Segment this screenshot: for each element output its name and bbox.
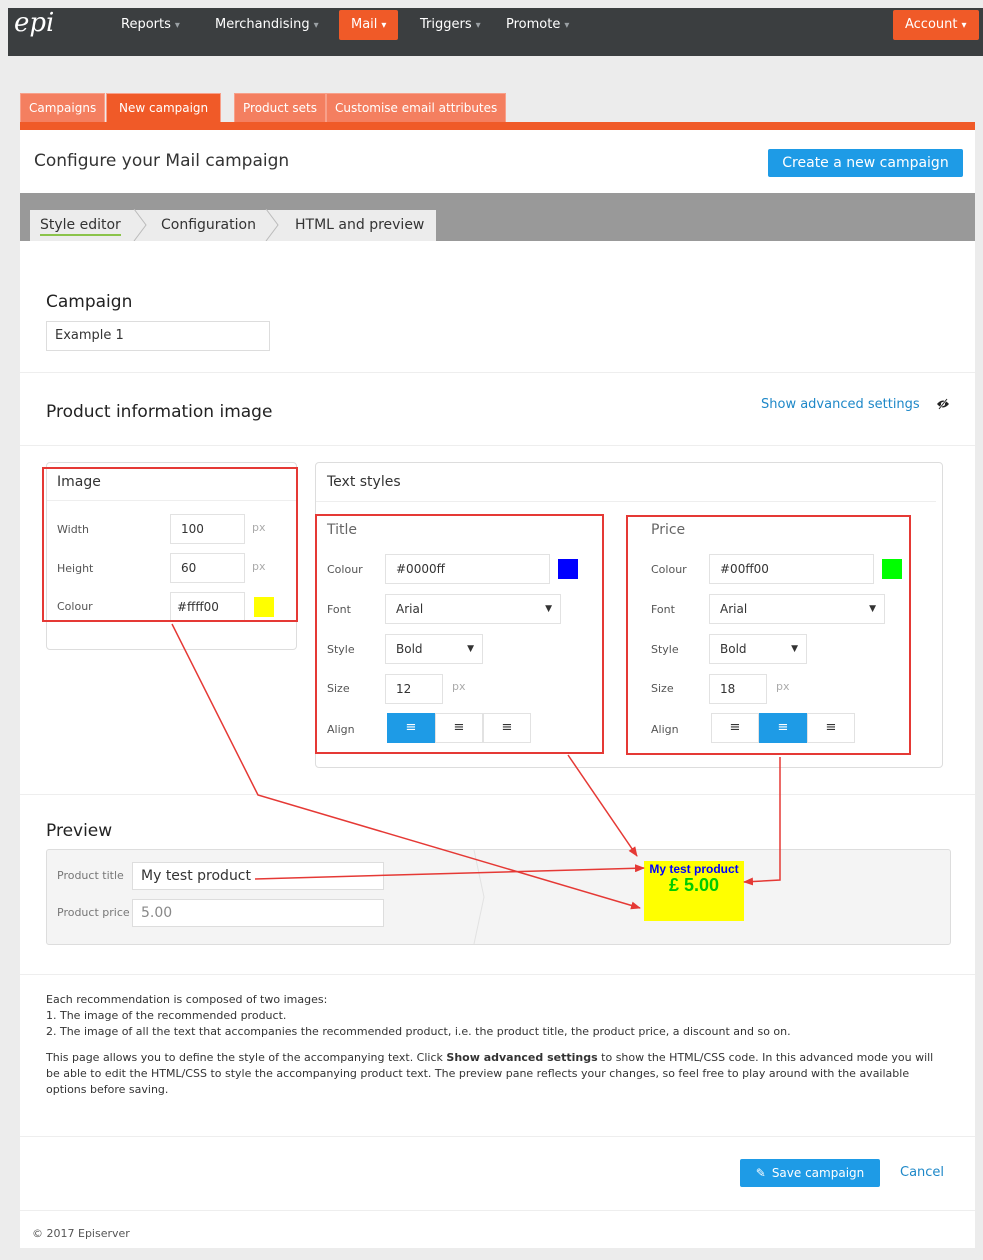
product-title-label: Product title	[57, 869, 124, 882]
divider	[20, 1210, 975, 1211]
tab-campaigns[interactable]: Campaigns	[20, 93, 106, 123]
create-campaign-button[interactable]: Create a new campaign	[768, 149, 963, 177]
annotation-box-price	[626, 515, 911, 755]
campaign-name-input[interactable]: Example 1	[46, 321, 270, 351]
chevron-down-icon: ▾	[174, 20, 180, 31]
divider	[20, 794, 975, 795]
chevron-down-icon: ▾	[381, 20, 387, 31]
step-style-editor[interactable]: Style editor	[40, 217, 121, 236]
chevron-down-icon: ▾	[475, 20, 481, 31]
info-line-3: 2. The image of all the text that accomp…	[46, 1025, 791, 1038]
step-html-preview[interactable]: HTML and preview	[295, 217, 424, 233]
chevron-down-icon: ▾	[564, 20, 570, 31]
chevron-down-icon: ▾	[313, 20, 319, 31]
save-campaign-button[interactable]: ✎ Save campaign	[740, 1159, 880, 1187]
show-advanced-settings-link[interactable]: Show advanced settings	[761, 397, 920, 412]
divider	[20, 372, 975, 373]
nav-promote[interactable]: Promote ▾	[506, 16, 569, 34]
nav-mail[interactable]: Mail ▾	[339, 10, 399, 40]
divider	[316, 501, 936, 502]
tab-customise-email-attributes[interactable]: Customise email attributes	[326, 93, 507, 123]
preview-heading: Preview	[46, 821, 113, 841]
product-price-input[interactable]: 5.00	[132, 899, 384, 927]
nav-triggers[interactable]: Triggers ▾	[420, 16, 481, 34]
nav-merchandising[interactable]: Merchandising ▾	[215, 16, 319, 34]
step-separator-icon	[265, 209, 279, 241]
cancel-link[interactable]: Cancel	[900, 1165, 944, 1180]
eye-slash-icon[interactable]	[936, 398, 950, 410]
divider	[20, 1136, 975, 1137]
account-menu[interactable]: Account ▾	[893, 10, 979, 40]
product-text-image: My test product £ 5.00	[644, 861, 744, 921]
annotation-box-title	[315, 514, 604, 754]
product-image-price: £ 5.00	[668, 875, 720, 895]
annotation-box-image	[42, 467, 298, 622]
preview-divider-icon	[473, 850, 485, 944]
nav-reports[interactable]: Reports ▾	[121, 16, 180, 34]
copyright: © 2017 Episerver	[32, 1227, 130, 1240]
product-title-input[interactable]: My test product	[132, 862, 384, 890]
chevron-down-icon: ▾	[961, 20, 967, 31]
product-image-title: My test product	[649, 862, 739, 876]
campaign-heading: Campaign	[46, 292, 133, 312]
tab-new-campaign[interactable]: New campaign	[106, 93, 222, 124]
info-line-1: Each recommendation is composed of two i…	[46, 993, 328, 1006]
product-info-heading: Product information image	[46, 402, 273, 422]
divider	[20, 445, 975, 446]
product-price-label: Product price	[57, 906, 130, 919]
step-configuration[interactable]: Configuration	[161, 217, 256, 233]
info-paragraph: This page allows you to define the style…	[46, 1051, 934, 1096]
text-styles-heading: Text styles	[327, 474, 401, 490]
step-separator-icon	[133, 209, 147, 241]
info-line-2: 1. The image of the recommended product.	[46, 1009, 287, 1022]
episerver-logo[interactable]: epi	[14, 8, 54, 38]
divider	[20, 974, 975, 975]
page-title: Configure your Mail campaign	[34, 151, 290, 171]
tab-underline	[20, 122, 975, 130]
edit-icon: ✎	[755, 1166, 766, 1180]
tab-product-sets[interactable]: Product sets	[234, 93, 326, 123]
